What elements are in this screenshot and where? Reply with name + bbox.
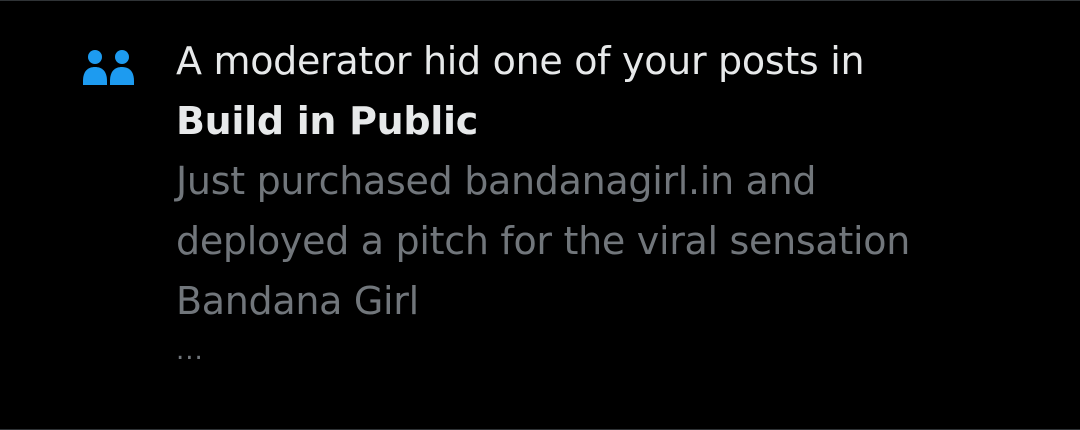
notification-headline: A moderator hid one of your posts in Bui… xyxy=(176,31,1056,151)
post-preview[interactable]: Just purchased bandanagirl.in and deploy… xyxy=(176,151,1056,331)
notification-content: A moderator hid one of your posts in Bui… xyxy=(176,31,1056,371)
notification-item[interactable]: A moderator hid one of your posts in Bui… xyxy=(0,0,1080,430)
community-icon xyxy=(80,45,144,95)
community-name[interactable]: Build in Public xyxy=(176,91,1056,151)
headline-text: A moderator hid one of your posts in xyxy=(176,39,865,83)
more-ellipsis: ... xyxy=(176,336,204,366)
